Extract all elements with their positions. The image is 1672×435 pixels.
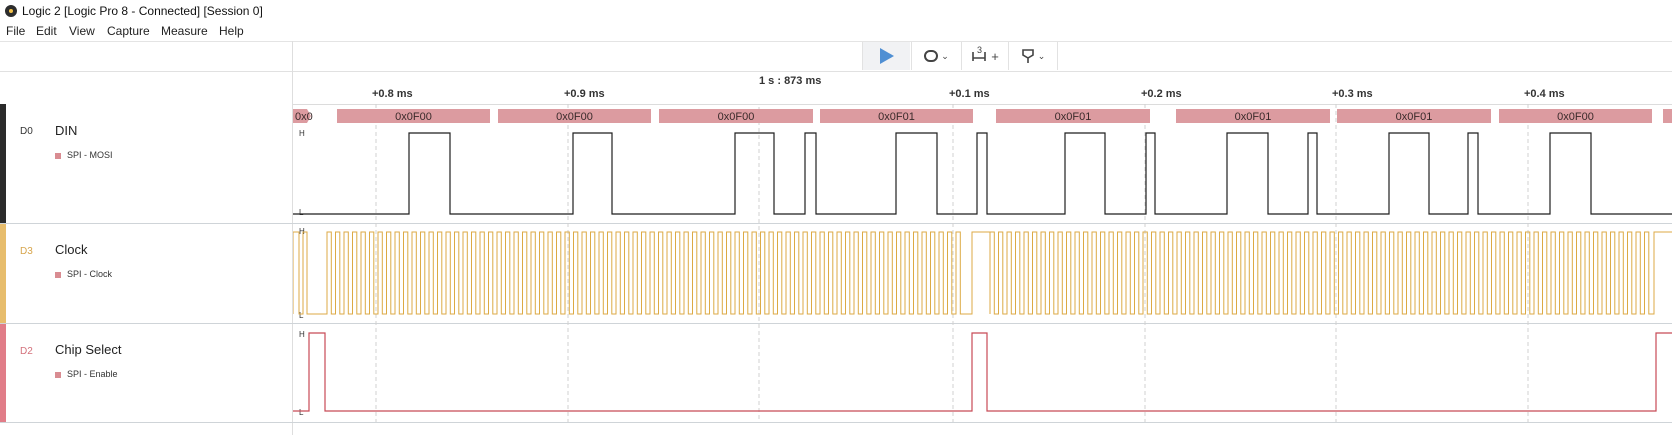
waveform-area[interactable]: 0x0 0x0F00 0x0F00 0x0F00 0x0F01 0x0F01 0x0F01… xyxy=(293,104,1672,422)
decoded-frame-label: 0x0F01 xyxy=(878,111,915,123)
channel-color-bar xyxy=(0,224,6,323)
timeline-tick: +0.8 ms xyxy=(372,88,413,100)
analyzer-color-dot xyxy=(55,271,61,278)
menu-edit[interactable]: Edit xyxy=(36,24,57,38)
timeline-center-time: 1 s : 873 ms xyxy=(759,75,822,87)
add-measurement-button[interactable]: 3 + xyxy=(961,42,1008,70)
toolbar xyxy=(0,41,1672,72)
decoded-frame-label: 0x0F01 xyxy=(1396,111,1433,123)
channel-color-bar xyxy=(0,104,6,223)
decoded-frame-label: 0x0F00 xyxy=(1557,111,1594,123)
timeline-tick: +0.1 ms xyxy=(949,88,990,100)
level-labels: H L H L H L xyxy=(299,129,305,417)
start-capture-button[interactable] xyxy=(862,42,910,70)
menu-file[interactable]: File xyxy=(6,24,25,38)
analyzer-label: SPI - Enable xyxy=(55,369,118,379)
decoded-frame-label: 0x0 xyxy=(295,111,313,123)
decoded-frames: 0x0 0x0F00 0x0F00 0x0F00 0x0F01 0x0F01 0x0F01… xyxy=(293,109,1672,123)
channel-name[interactable]: Chip Select xyxy=(55,342,121,357)
channel-name[interactable]: DIN xyxy=(55,123,77,138)
menu-capture[interactable]: Capture xyxy=(107,24,150,38)
timeline-tick: +0.4 ms xyxy=(1524,88,1565,100)
level-low-label: L xyxy=(299,208,304,217)
level-low-label: L xyxy=(299,408,304,417)
marker-button[interactable]: ⌄ xyxy=(1008,42,1058,70)
decoded-frame-label: 0x0F00 xyxy=(556,111,593,123)
play-icon xyxy=(879,48,894,64)
analyzer-name: SPI - Clock xyxy=(67,269,113,279)
channel-row-d3[interactable]: D3 Clock SPI - Clock xyxy=(0,224,293,323)
measurement-count: 3 xyxy=(977,45,983,55)
level-high-label: H xyxy=(299,330,305,339)
menu-measure[interactable]: Measure xyxy=(161,24,208,38)
decoded-frame-label: 0x0F00 xyxy=(718,111,755,123)
clock-trace xyxy=(293,231,1672,315)
channel-row-d0[interactable]: D0 DIN SPI - MOSI xyxy=(0,104,293,223)
plus-icon: + xyxy=(991,48,999,64)
channel-id: D2 xyxy=(20,346,33,357)
decoded-frame-label: 0x0F01 xyxy=(1235,111,1272,123)
decoded-frame-label: 0x0F00 xyxy=(395,111,432,123)
trigger-button[interactable]: ⌄ xyxy=(911,42,961,70)
channel-row-d2[interactable]: D2 Chip Select SPI - Enable xyxy=(0,324,293,422)
logic-app-icon xyxy=(5,5,17,17)
row-separator xyxy=(0,422,1672,423)
analyzer-label: SPI - MOSI xyxy=(55,150,113,160)
channel-color-bar xyxy=(0,324,6,422)
timeline-tick: +0.9 ms xyxy=(564,88,605,100)
menu-help[interactable]: Help xyxy=(219,24,244,38)
timeline-tick: +0.2 ms xyxy=(1141,88,1182,100)
channel-name[interactable]: Clock xyxy=(55,242,88,257)
channel-id: D0 xyxy=(20,126,33,137)
chevron-down-icon: ⌄ xyxy=(1037,50,1046,61)
analyzer-label: SPI - Clock xyxy=(55,269,112,279)
chevron-down-icon: ⌄ xyxy=(941,50,949,61)
level-high-label: H xyxy=(299,129,305,138)
chip-select-trace xyxy=(293,332,1672,412)
decoded-frame[interactable] xyxy=(1663,109,1672,123)
analyzer-color-dot xyxy=(55,152,61,159)
analyzer-color-dot xyxy=(55,371,61,378)
channel-id: D3 xyxy=(20,246,33,257)
analyzer-name: SPI - MOSI xyxy=(67,150,113,160)
timeline-tick: +0.3 ms xyxy=(1332,88,1373,100)
marker-flag-icon xyxy=(1021,49,1034,63)
title-bar: Logic 2 [Logic Pro 8 - Connected] [Sessi… xyxy=(0,0,1672,22)
decoded-frame-label: 0x0F01 xyxy=(1055,111,1092,123)
timeline-ruler[interactable]: 1 s : 873 ms +0.8 ms +0.9 ms +0.1 ms +0.… xyxy=(293,71,1672,105)
trigger-icon xyxy=(924,50,939,62)
analyzer-name: SPI - Enable xyxy=(67,369,118,379)
window-title: Logic 2 [Logic Pro 8 - Connected] [Sessi… xyxy=(22,4,263,18)
menu-view[interactable]: View xyxy=(69,24,95,38)
din-trace xyxy=(293,132,1672,215)
